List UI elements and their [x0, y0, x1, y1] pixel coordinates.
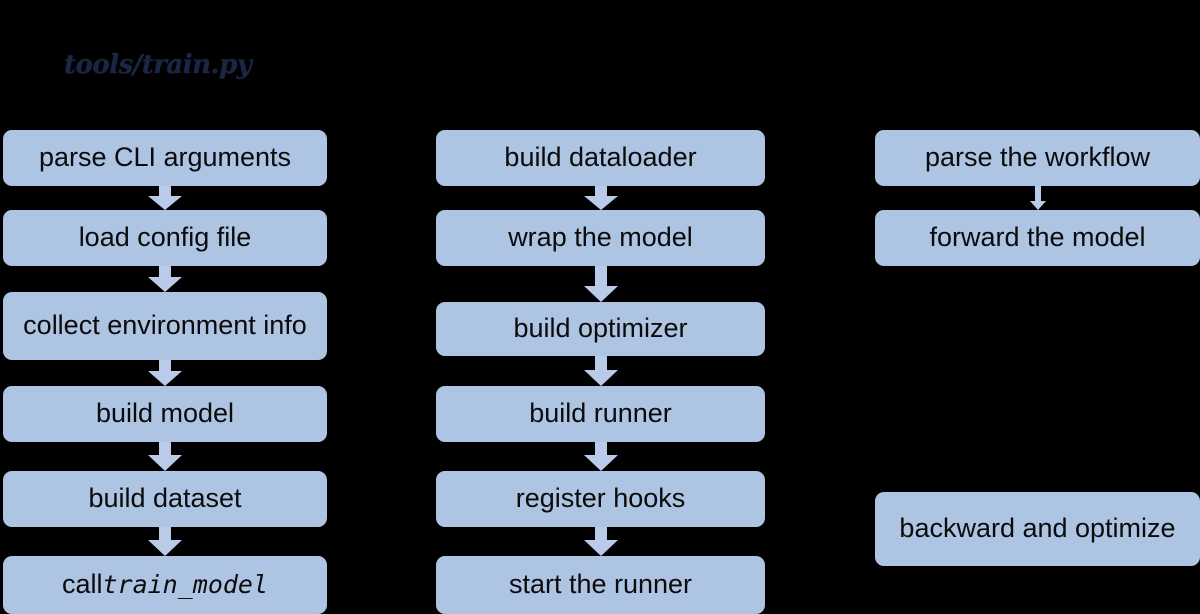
- arrow-block-down: [583, 356, 618, 386]
- node-label: build runner: [529, 398, 672, 429]
- node-label: forward the model: [929, 222, 1146, 253]
- arrow-block-down: [148, 442, 182, 471]
- node-build-model[interactable]: build model: [3, 386, 327, 442]
- node-start-the-runner[interactable]: start the runner: [436, 556, 765, 614]
- node-label: parse the workflow: [924, 142, 1151, 173]
- arrow-block-down: [148, 527, 182, 556]
- node-call-train-model[interactable]: call train_model: [3, 556, 327, 614]
- node-collect-environment-info[interactable]: collect environment info: [3, 292, 327, 360]
- arrow-thin-down: [1029, 186, 1046, 210]
- node-label: start the runner: [508, 569, 693, 600]
- flow-column-2: build dataloader wrap the model build op…: [436, 0, 765, 614]
- flowchart-canvas: tools/train.py parse CLI arguments load …: [0, 0, 1200, 614]
- node-build-dataloader[interactable]: build dataloader: [436, 130, 765, 186]
- node-label-plain: call: [61, 569, 103, 600]
- arrow-block-down: [148, 360, 182, 386]
- node-label: wrap the model: [508, 222, 693, 253]
- flow-column-1: parse CLI arguments load config file col…: [3, 0, 327, 614]
- node-label: parse CLI arguments: [38, 142, 292, 173]
- node-forward-the-model[interactable]: forward the model: [875, 210, 1200, 266]
- node-label: load config file: [78, 222, 252, 253]
- node-label: register hooks: [515, 483, 686, 514]
- arrow-block-down: [583, 266, 618, 302]
- node-parse-cli-arguments[interactable]: parse CLI arguments: [3, 130, 327, 186]
- node-label: build optimizer: [513, 313, 688, 344]
- arrow-block-down: [583, 442, 618, 471]
- node-label: build model: [95, 398, 235, 429]
- node-build-dataset[interactable]: build dataset: [3, 471, 327, 527]
- node-label: build dataset: [88, 483, 242, 514]
- node-label: backward and optimize: [899, 513, 1176, 544]
- node-wrap-the-model[interactable]: wrap the model: [436, 210, 765, 266]
- node-build-runner[interactable]: build runner: [436, 386, 765, 442]
- flow-column-3: parse the workflow forward the model bac…: [875, 0, 1200, 610]
- node-register-hooks[interactable]: register hooks: [436, 471, 765, 527]
- node-label: build dataloader: [504, 142, 697, 173]
- arrow-block-down: [148, 186, 182, 210]
- arrow-block-down: [148, 266, 182, 292]
- node-label: collect environment info: [23, 310, 307, 341]
- node-backward-and-optimize[interactable]: backward and optimize: [875, 492, 1200, 566]
- node-load-config-file[interactable]: load config file: [3, 210, 327, 266]
- arrow-block-down: [583, 527, 618, 556]
- node-parse-the-workflow[interactable]: parse the workflow: [875, 130, 1200, 186]
- node-build-optimizer[interactable]: build optimizer: [436, 302, 765, 356]
- arrow-block-down: [583, 186, 618, 210]
- node-label-code: train_model: [102, 570, 269, 600]
